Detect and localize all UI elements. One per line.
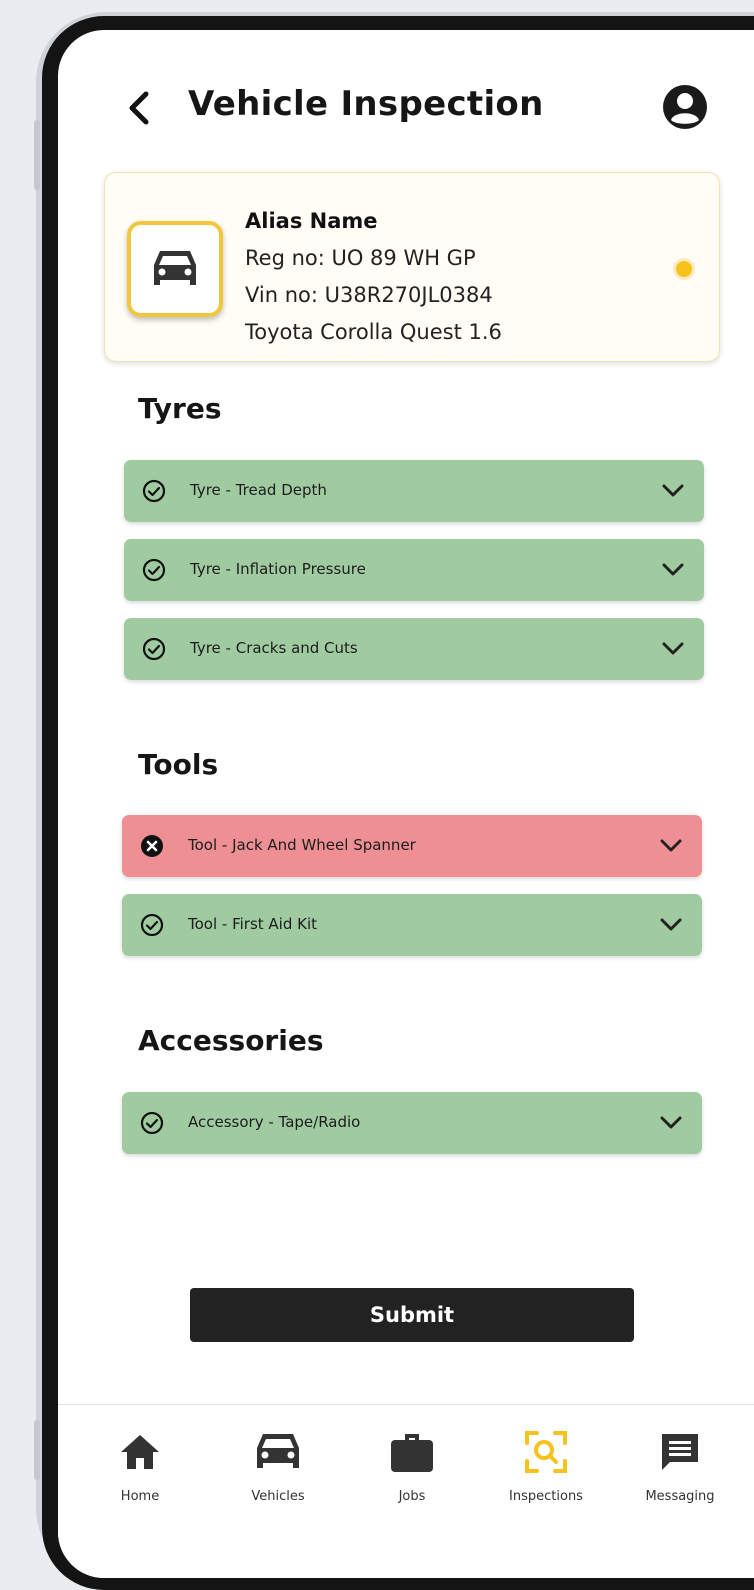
checklist-item[interactable]: Tool - Jack And Wheel Spanner [122, 815, 702, 877]
checklist-item-label: Tool - First Aid Kit [188, 915, 318, 933]
phone-side-button [34, 120, 40, 190]
nav-item-home[interactable]: Home [80, 1425, 200, 1504]
profile-button[interactable] [662, 84, 708, 130]
check-circle-icon [142, 479, 166, 503]
check-circle-icon [140, 913, 164, 937]
vehicle-vin: Vin no: U38R270JL0384 [245, 283, 493, 307]
user-avatar-icon [663, 85, 707, 129]
x-circle-icon [141, 835, 163, 857]
checklist-item-label: Tyre - Cracks and Cuts [190, 639, 358, 657]
section-title-accessories: Accessories [138, 1024, 324, 1057]
nav-label: Home [120, 1489, 160, 1504]
section-title-tools: Tools [138, 748, 219, 781]
chevron-down-icon[interactable] [660, 918, 682, 932]
vehicle-reg: Reg no: UO 89 WH GP [245, 246, 476, 270]
page-title: Vehicle Inspection [188, 84, 544, 124]
chevron-left-icon [129, 91, 149, 125]
bottom-nav: Home Vehicles Jobs Inspections Messaging [58, 1404, 754, 1578]
phone-side-button [34, 1420, 40, 1480]
submit-button[interactable]: Submit [190, 1288, 634, 1342]
section-title-tyres: Tyres [138, 392, 222, 425]
home-icon [121, 1435, 159, 1469]
message-icon [662, 1434, 698, 1470]
checklist-item[interactable]: Tyre - Cracks and Cuts [124, 618, 704, 680]
check-circle-icon [140, 1111, 164, 1135]
nav-label: Inspections [509, 1489, 583, 1504]
app-header: Vehicle Inspection [58, 78, 754, 138]
nav-label: Jobs [398, 1489, 426, 1504]
car-icon [257, 1434, 299, 1468]
checklist-item-label: Tool - Jack And Wheel Spanner [188, 836, 416, 854]
nav-item-jobs[interactable]: Jobs [352, 1425, 472, 1504]
checklist-item-label: Tyre - Tread Depth [190, 481, 327, 499]
nav-label: Vehicles [251, 1489, 305, 1504]
vehicle-model: Toyota Corolla Quest 1.6 [245, 320, 502, 344]
chevron-down-icon[interactable] [660, 1116, 682, 1130]
checklist-item[interactable]: Tool - First Aid Kit [122, 894, 702, 956]
car-icon [154, 251, 196, 285]
back-button[interactable] [120, 88, 160, 128]
vehicle-alias: Alias Name [245, 209, 378, 233]
check-circle-icon [142, 558, 166, 582]
nav-item-messaging[interactable]: Messaging [620, 1425, 740, 1504]
vehicle-card[interactable]: Alias Name Reg no: UO 89 WH GP Vin no: U… [104, 172, 720, 362]
vehicle-selected-radio[interactable] [676, 261, 692, 277]
checklist-item-label: Tyre - Inflation Pressure [190, 560, 366, 578]
chevron-down-icon[interactable] [662, 642, 684, 656]
chevron-down-icon[interactable] [662, 563, 684, 577]
chevron-down-icon[interactable] [660, 839, 682, 853]
app-screen: Vehicle Inspection Alias Name Reg no: UO… [58, 30, 754, 1578]
checklist-item-label: Accessory - Tape/Radio [188, 1113, 361, 1131]
check-circle-icon [142, 637, 166, 661]
vehicle-thumbnail [127, 221, 223, 317]
nav-label: Messaging [645, 1489, 715, 1504]
inspection-search-icon [525, 1431, 567, 1473]
checklist-item[interactable]: Tyre - Tread Depth [124, 460, 704, 522]
chevron-down-icon[interactable] [662, 484, 684, 498]
briefcase-icon [391, 1434, 433, 1472]
checklist-item[interactable]: Tyre - Inflation Pressure [124, 539, 704, 601]
checklist-item[interactable]: Accessory - Tape/Radio [122, 1092, 702, 1154]
nav-item-vehicles[interactable]: Vehicles [218, 1425, 338, 1504]
nav-item-inspections[interactable]: Inspections [486, 1425, 606, 1504]
vehicle-details: Alias Name Reg no: UO 89 WH GP Vin no: U… [245, 203, 502, 351]
